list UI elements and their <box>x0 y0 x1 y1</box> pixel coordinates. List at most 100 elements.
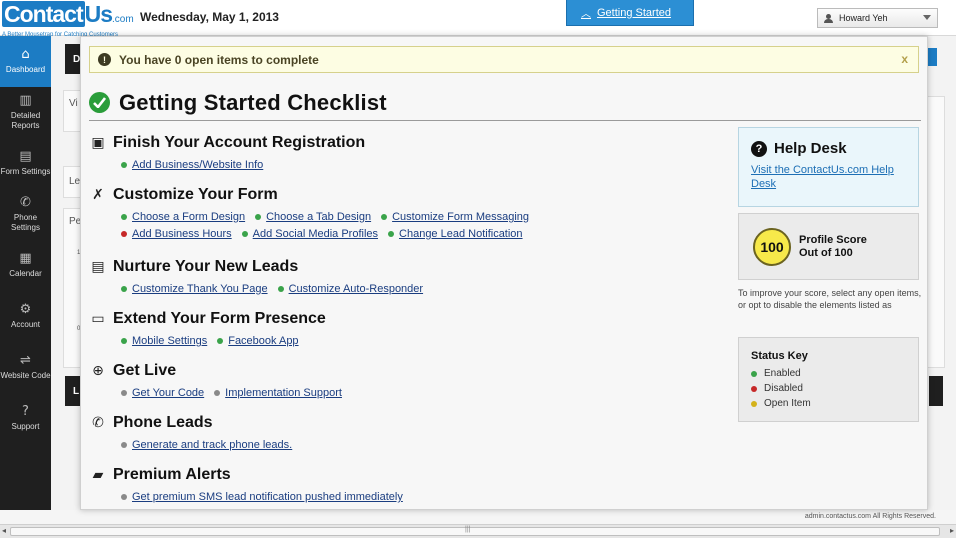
status-dot-icon <box>121 214 127 220</box>
sidebar: ⌂ Dashboard ▥ Detailed Reports ▤ Form Setting… <box>0 36 51 513</box>
help-desk-link[interactable]: Visit the ContactUs.com Help Desk <box>751 163 906 191</box>
bg-blue-button <box>927 48 937 66</box>
status-key-item: Enabled <box>751 366 906 381</box>
sidebar-item-calendar[interactable]: ▦ Calendar <box>0 240 51 291</box>
checklist-link[interactable]: Add Business Hours <box>121 228 232 240</box>
logo-domain: .com <box>112 14 134 25</box>
sidebar-item-label: Phone Settings <box>11 213 40 232</box>
caret-down-icon <box>923 15 931 20</box>
profile-score-line1: Profile Score <box>799 233 867 246</box>
checklist-link[interactable]: Customize Thank You Page <box>121 283 268 295</box>
checklist-link[interactable]: Customize Form Messaging <box>381 211 529 223</box>
scrollbar-grip: ||| <box>465 526 471 533</box>
status-key-label: Open Item <box>764 398 811 409</box>
top-bar: ContactUs.com A Better Mousetrap for Cat… <box>0 0 956 38</box>
section-header: ▭ Extend Your Form Presence <box>89 307 729 331</box>
checklist-link[interactable]: Mobile Settings <box>121 335 207 347</box>
checklist-link[interactable]: Get Your Code <box>121 387 204 399</box>
logo[interactable]: ContactUs.com A Better Mousetrap for Cat… <box>2 1 134 38</box>
sidebar-item-support[interactable]: ? Support <box>0 393 51 444</box>
user-menu[interactable]: Howard Yeh <box>817 8 938 28</box>
scroll-right-icon[interactable]: ▸ <box>950 526 954 535</box>
sidebar-item-detailed-reports[interactable]: ▥ Detailed Reports <box>0 87 51 138</box>
checklist-section: ▤ Nurture Your New Leads Customize Thank Y… <box>89 255 729 307</box>
checklist-links: Add Business/Website Info <box>89 159 729 171</box>
help-desk-title: Help Desk <box>774 140 847 157</box>
profile-score-badge: 100 <box>753 227 791 266</box>
checklist-link-label: Facebook App <box>228 335 299 347</box>
checklist-link-label: Generate and track phone leads. <box>132 439 293 451</box>
user-name: Howard Yeh <box>839 13 888 23</box>
checklist-link[interactable]: Choose a Form Design <box>121 211 245 223</box>
bg-header-bar <box>929 376 943 406</box>
globe-icon: ⊕ <box>92 363 104 379</box>
checklist-link[interactable]: Choose a Tab Design <box>255 211 371 223</box>
section-title: Customize Your Form <box>113 186 278 203</box>
status-dot-icon <box>121 390 127 396</box>
checklist-section: ▰ Premium Alerts Get premium SMS lead noti… <box>89 463 729 509</box>
checklist-links: Customize Thank You Page Customize Auto-R… <box>89 283 729 295</box>
section-header: ▣ Finish Your Account Registration <box>89 131 729 155</box>
section-title: Extend Your Form Presence <box>113 310 326 327</box>
form-icon: ▤ <box>19 149 32 164</box>
checklist-link-label: Choose a Tab Design <box>266 211 372 223</box>
status-dot-icon <box>388 231 395 237</box>
code-icon: ⇌ <box>20 353 31 368</box>
bg-label: Vi <box>69 98 78 109</box>
checklist-links: Get premium SMS lead notification pushed… <box>89 491 729 503</box>
section-header: ✆ Phone Leads <box>89 411 729 435</box>
score-note: To improve your score, select any open i… <box>738 288 922 310</box>
checklist-link-label: Implementation Support <box>225 387 342 399</box>
sidebar-item-phone-settings[interactable]: ✆ Phone Settings <box>0 189 51 240</box>
checklist-link[interactable]: Change Lead Notification <box>388 228 523 240</box>
section-title: Phone Leads <box>113 414 213 431</box>
home-icon: ⌂ <box>21 47 30 62</box>
scrollbar-thumb[interactable] <box>10 527 940 536</box>
status-dot-icon <box>255 214 262 220</box>
checklist-link[interactable]: Add Social Media Profiles <box>241 228 378 240</box>
logo-part1: Contact <box>2 1 85 27</box>
sidebar-item-label: Detailed Reports <box>10 111 41 130</box>
profile-score-line2: Out of 100 <box>799 246 853 259</box>
status-dot-icon <box>751 385 757 392</box>
status-key-panel: Status Key Enabled Disabled Open Item <box>738 337 919 422</box>
checklist-link-label: Mobile Settings <box>132 335 208 347</box>
status-dot-icon <box>277 286 284 292</box>
sidebar-item-website-code[interactable]: ⇌ Website Code <box>0 342 51 393</box>
exclamation-icon: ! <box>98 53 111 66</box>
getting-started-button[interactable]: ︿ Getting Started <box>566 0 694 26</box>
modal-header: Getting Started Checklist <box>89 85 921 121</box>
checklist-link[interactable]: Customize Auto-Responder <box>277 283 424 295</box>
help-desk-panel: ? Help Desk Visit the ContactUs.com Help… <box>738 127 919 207</box>
checklist-link-label: Customize Auto-Responder <box>288 283 424 295</box>
sidebar-item-label: Website Code <box>0 371 51 380</box>
status-dot-icon <box>121 494 127 500</box>
gear-icon: ⚙ <box>19 302 32 317</box>
checklist-link[interactable]: Generate and track phone leads. <box>121 439 292 451</box>
status-key-item: Open Item <box>751 396 906 411</box>
checklist-link[interactable]: Facebook App <box>217 335 299 347</box>
profile-score-panel: 100 Profile Score Out of 100 <box>738 213 919 280</box>
chat-icon: ▰ <box>92 467 104 483</box>
sidebar-item-account[interactable]: ⚙ Account <box>0 291 51 342</box>
checklist-link-label: Add Business/Website Info <box>132 159 264 171</box>
logo-part2: Us <box>84 1 113 27</box>
checklist-link[interactable]: Add Business/Website Info <box>121 159 263 171</box>
checklist-link[interactable]: Get premium SMS lead notification pushed… <box>121 491 403 503</box>
sidebar-item-label: Dashboard <box>5 65 46 74</box>
checklist-section: ▭ Extend Your Form Presence Mobile Setting… <box>89 307 729 359</box>
tools-icon: ✗ <box>92 187 104 203</box>
close-notice-button[interactable]: x <box>901 52 908 66</box>
status-dot-icon <box>241 231 248 237</box>
checklist-link[interactable]: Implementation Support <box>214 387 342 399</box>
open-items-notice: ! You have 0 open items to complete x <box>89 46 919 73</box>
checklist-link-label: Add Business Hours <box>132 228 232 240</box>
document-icon: ▤ <box>91 259 105 275</box>
sidebar-item-dashboard[interactable]: ⌂ Dashboard <box>0 36 51 87</box>
scroll-left-icon[interactable]: ◂ <box>2 526 6 535</box>
sidebar-item-form-settings[interactable]: ▤ Form Settings <box>0 138 51 189</box>
sidebar-item-label: Form Settings <box>0 167 51 176</box>
horizontal-scrollbar[interactable]: ◂ ||| ▸ <box>0 524 956 538</box>
status-key-title: Status Key <box>751 350 808 362</box>
status-dot-icon <box>121 162 127 168</box>
